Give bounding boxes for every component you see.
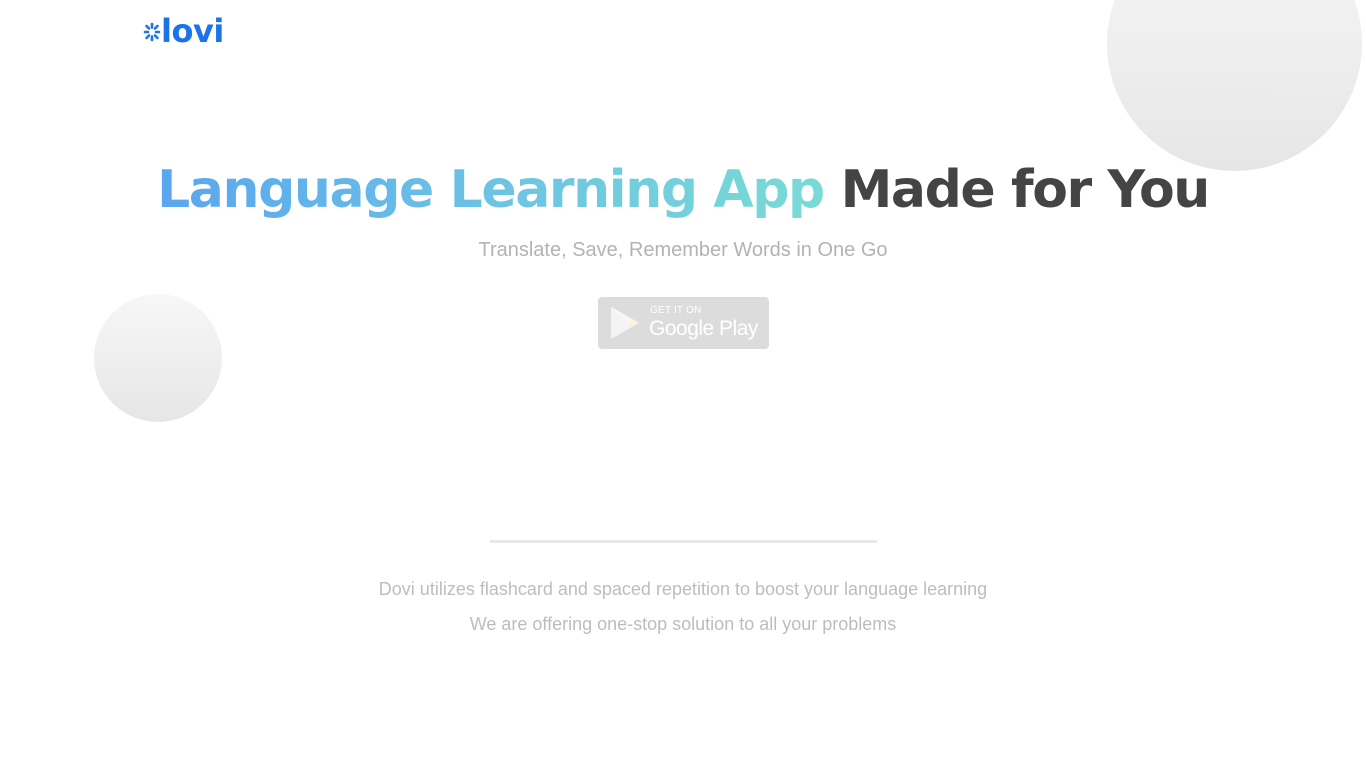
google-play-icon [611,307,639,339]
hero-subtitle: Translate, Save, Remember Words in One G… [478,239,888,261]
landing-page: lovi Language Learning App Made for You … [0,0,1366,768]
section-divider [490,540,877,543]
decorative-circle-top-right [1107,0,1362,171]
dotted-burst-icon [143,22,161,42]
description-line-1: Dovi utilizes flashcard and spaced repet… [378,579,988,599]
hero-title-rest: Made for You [840,160,1211,220]
logo-link[interactable]: lovi [143,12,224,50]
play-badge-big-text: Google Play [649,317,758,340]
hero-title: Language Learning App Made for You [0,158,1366,222]
decorative-circle-left [94,294,222,422]
logo-text: lovi [161,12,224,50]
google-play-badge-button[interactable]: GET IT ON Google Play [598,297,769,349]
hero-title-highlight: Language Learning App [157,160,825,220]
description-line-2: We are offering one-stop solution to all… [469,614,897,634]
